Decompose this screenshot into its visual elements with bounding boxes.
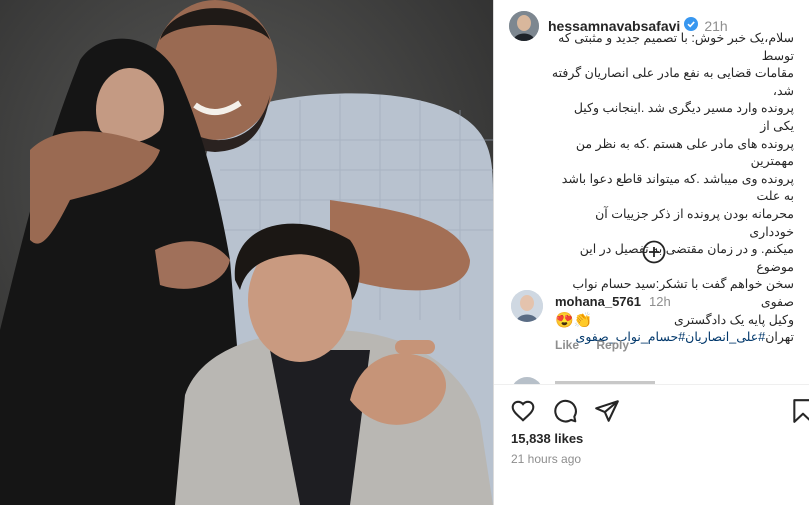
comment-like-button[interactable]: Like [555,338,579,352]
plus-circle-icon[interactable] [642,240,666,269]
post-image[interactable] [0,0,493,505]
caption-line: مقامات قضایی به نفع مادر علی انصاریان گر… [551,66,794,98]
post-sidebar: hessamnavabsafavi 21h سلام،یک خبر خوش: ب… [493,0,809,506]
post-photo-illustration [0,0,493,505]
comment-reply-button[interactable]: Reply [596,338,629,352]
caption-line: محرمانه بودن پرونده از ذکر جزییات آن خود… [595,206,794,239]
caption-line: سلام،یک خبر خوش: با تصمیم جدید و مثبتی ک… [558,31,794,63]
next-comment-partial [511,374,801,384]
comment-actions: Like Reply [555,338,643,352]
caption-line: پرونده های مادر علی هستم .که به نظر من م… [575,136,794,169]
caption-location: تهران [765,330,794,345]
comment-time[interactable]: 12h [649,294,671,309]
post-timestamp[interactable]: 21 hours ago [511,452,581,466]
comment-icon[interactable] [552,398,578,424]
author-avatar[interactable] [509,11,539,41]
comment-text: 😍👏 [555,312,593,329]
post-actions-bar: 15,838 likes 21 hours ago [494,384,809,506]
bookmark-icon[interactable] [792,398,809,429]
commenter-username[interactable]: mohana_5761 [555,294,641,309]
caption-line: پرونده وی میباشد .که میتواند قاطع دعوا ب… [561,171,794,204]
commenter-avatar-image [511,290,543,322]
share-icon[interactable] [594,398,620,424]
caption-line: پرونده وارد مسیر دیگری شد .اینجانب وکیل … [573,101,794,133]
commenter-avatar[interactable] [511,290,543,322]
caption-line: میکنم. و در زمان مقتضی به تفصیل در این م… [579,242,794,274]
likes-count[interactable]: 15,838 likes [511,431,583,446]
heart-icon[interactable] [510,398,536,424]
author-avatar-image [509,11,539,41]
